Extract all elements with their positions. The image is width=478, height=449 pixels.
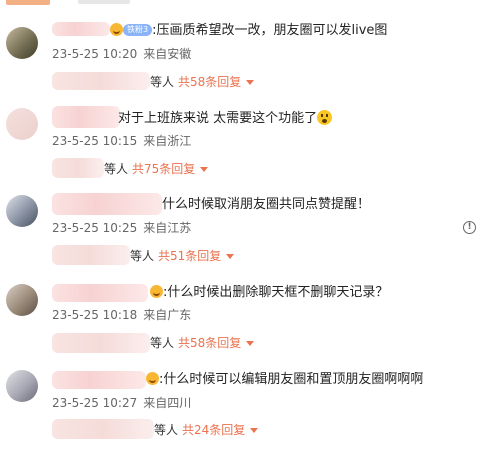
reply-summary[interactable]: 等人 共58条回复: [150, 75, 255, 89]
avatar[interactable]: [6, 284, 38, 316]
comment-text: 铁粉3:压画质希望改一改，朋友圈可以发live图: [110, 23, 387, 39]
comment-text: 什么时候取消朋友圈共同点赞提醒！: [162, 197, 371, 212]
fan-icon: [150, 285, 163, 298]
reply-count-link[interactable]: 共75条回复: [132, 162, 195, 176]
comment-text: 对于上班族来说 太需要这个功能了: [118, 110, 333, 127]
avatar[interactable]: [6, 108, 38, 140]
caret-down-icon[interactable]: [246, 80, 255, 85]
location: 来自浙江: [143, 134, 192, 148]
location: 来自广东: [143, 308, 192, 322]
username-blur[interactable]: [52, 106, 120, 128]
comment-item: 什么时候取消朋友圈共同点赞提醒！ 23-5-25 10:25 来自江苏 等人 共51…: [0, 185, 478, 271]
replier-blur: [52, 72, 150, 90]
replier-blur: [52, 419, 154, 439]
comment-text: :什么时候出删除聊天框不删聊天记录？: [150, 285, 388, 301]
comment-item: 对于上班族来说 太需要这个功能了 23-5-25 10:15 来自浙江 等人 共75…: [0, 100, 478, 185]
reply-count-link[interactable]: 共58条回复: [178, 75, 241, 89]
info-circle-icon[interactable]: !: [463, 221, 476, 234]
caret-down-icon[interactable]: [226, 254, 235, 259]
location: 来自江苏: [143, 221, 192, 235]
comment-meta: 23-5-25 10:18 来自广东: [52, 308, 191, 322]
timestamp: 23-5-25 10:20: [52, 47, 138, 61]
comment-item: 铁粉3:压画质希望改一改，朋友圈可以发live图 23-5-25 10:20 来自…: [0, 0, 478, 100]
comment-meta: 23-5-25 10:25 来自江苏: [52, 221, 191, 235]
username-blur[interactable]: [52, 371, 146, 389]
username-blur[interactable]: [52, 22, 110, 36]
comment-text: :什么时候可以编辑朋友圈和置顶朋友圈啊啊啊: [146, 372, 423, 388]
comment-meta: 23-5-25 10:20 来自安徽: [52, 47, 191, 61]
comment-item: :什么时候出删除聊天框不删聊天记录？ 23-5-25 10:18 来自广东 等人共…: [0, 271, 478, 359]
timestamp: 23-5-25 10:18: [52, 308, 138, 322]
scared-emoji-icon: [317, 110, 333, 125]
username-blur[interactable]: [52, 284, 148, 302]
replier-blur: [52, 158, 104, 178]
fan-badge: 铁粉3: [123, 24, 153, 36]
username-blur[interactable]: [52, 193, 162, 215]
reply-summary[interactable]: 等人 共51条回复: [130, 249, 235, 263]
timestamp: 23-5-25 10:25: [52, 221, 138, 235]
fan-icon: [146, 372, 159, 385]
caret-down-icon[interactable]: [250, 428, 259, 433]
reply-summary[interactable]: 等人 共24条回复: [154, 423, 259, 437]
comment-meta: 23-5-25 10:15 来自浙江: [52, 134, 191, 148]
comment-item: :什么时候可以编辑朋友圈和置顶朋友圈啊啊啊 23-5-25 10:27 来自四川 …: [0, 359, 478, 449]
avatar[interactable]: [6, 27, 38, 59]
timestamp: 23-5-25 10:15: [52, 134, 138, 148]
fan-icon: [110, 23, 123, 36]
reply-count-link[interactable]: 共58条回复: [178, 336, 241, 350]
reply-summary[interactable]: 等人 共58条回复: [150, 336, 255, 350]
avatar[interactable]: [6, 370, 38, 402]
timestamp: 23-5-25 10:27: [52, 396, 138, 410]
reply-count-link[interactable]: 共51条回复: [158, 249, 221, 263]
location: 来自安徽: [143, 47, 192, 61]
comment-meta: 23-5-25 10:27 来自四川: [52, 396, 191, 410]
avatar[interactable]: [6, 195, 38, 227]
caret-down-icon[interactable]: [200, 167, 209, 172]
replier-blur: [52, 333, 150, 353]
reply-summary[interactable]: 等人 共75条回复: [104, 162, 209, 176]
caret-down-icon[interactable]: [246, 341, 255, 346]
reply-count-link[interactable]: 共24条回复: [182, 423, 245, 437]
replier-blur: [52, 245, 130, 265]
location: 来自四川: [143, 396, 192, 410]
